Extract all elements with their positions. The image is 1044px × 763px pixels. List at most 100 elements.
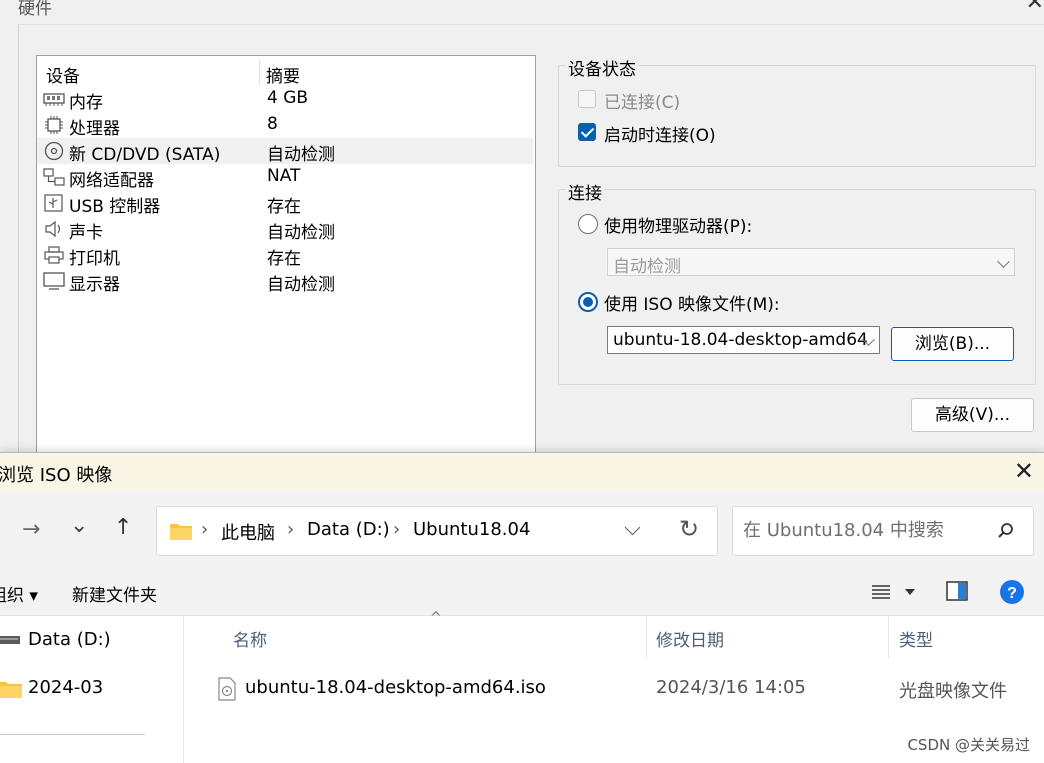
preview-pane-icon[interactable] [946,581,968,601]
device-row-sound-card[interactable]: 声卡 自动检测 [37,216,533,243]
navigation-pane: Data (D:) 2024-03 [0,616,184,763]
hardware-dialog-title: 硬件 [18,0,52,19]
device-name: 新 CD/DVD (SATA) [69,145,221,165]
close-icon[interactable]: ✕ [1014,457,1034,485]
breadcrumb-ubuntu-folder[interactable]: Ubuntu18.04 [413,519,530,540]
hardware-dialog: 硬件 ✕ 设备 摘要 内存 4 GB 处理器 8 新 CD/DVD (SATA)… [0,0,1044,452]
breadcrumb-this-pc[interactable]: 此电脑 [221,519,275,545]
device-row-network-adapter[interactable]: 网络适配器 NAT [37,164,533,191]
device-name: 处理器 [69,119,120,139]
iso-image-radio[interactable] [578,292,598,312]
advanced-button[interactable]: 高级(V)... [911,398,1034,432]
column-divider[interactable] [646,616,647,658]
column-divider[interactable] [888,616,889,658]
iso-path-value: ubuntu-18.04-desktop-amd64 [613,330,868,350]
address-history-chevron-icon[interactable] [624,519,641,536]
iso-image-label: 使用 ISO 映像文件(M): [604,295,780,315]
column-header-date-modified[interactable]: 修改日期 [656,626,724,651]
device-name: 声卡 [69,223,103,243]
cpu-icon [45,116,63,134]
speaker-icon [45,220,61,238]
device-summary: 自动检测 [267,223,335,243]
printer-icon [44,246,64,264]
drive-icon [0,636,20,644]
device-name: 网络适配器 [69,171,154,191]
device-row-processor[interactable]: 处理器 8 [37,112,533,139]
physical-drive-label: 使用物理驱动器(P): [604,217,753,237]
file-row[interactable]: ubuntu-18.04-desktop-amd64.iso 2024/3/16… [212,672,1032,706]
connection-legend: 连接 [566,179,604,204]
device-summary: 自动检测 [267,275,335,295]
command-bar: 组织 ▾ 新建文件夹 ? [0,567,1044,616]
device-name: USB 控制器 [69,197,161,217]
watermark: CSDN @关关易过 [907,736,1030,754]
breadcrumb-chevron-icon[interactable]: › [393,519,400,540]
new-folder-button[interactable]: 新建文件夹 [72,581,157,606]
column-header-device[interactable]: 设备 [46,62,80,87]
device-row-memory[interactable]: 内存 4 GB [37,86,533,113]
browse-iso-dialog: 浏览 ISO 映像 ✕ → ⌄ ↑ › 此电脑 › Data (D:) › Ub… [0,452,1044,763]
address-bar[interactable]: › 此电脑 › Data (D:) › Ubuntu18.04 ↻ [156,506,718,556]
column-divider[interactable] [259,60,260,86]
organize-menu-button[interactable]: 组织 ▾ [0,581,38,606]
hardware-dialog-titlebar: 硬件 ✕ [0,0,1044,22]
device-name: 打印机 [69,249,120,269]
column-header-name[interactable]: 名称 [233,626,267,651]
device-list-header: 设备 摘要 [37,60,535,87]
connected-checkbox[interactable] [578,90,596,108]
device-summary: 8 [267,114,278,134]
view-options-icon[interactable] [872,584,890,600]
browse-dialog-titlebar: 浏览 ISO 映像 ✕ [0,453,1044,491]
search-icon[interactable] [997,522,1015,540]
device-summary: 4 GB [267,88,309,108]
file-name: ubuntu-18.04-desktop-amd64.iso [245,677,546,698]
svg-text:?: ? [1007,585,1017,602]
refresh-icon[interactable]: ↻ [679,515,699,543]
physical-drive-select[interactable]: 自动检测 [607,248,1015,277]
nav-item-label: Data (D:) [28,629,111,650]
file-date-modified: 2024/3/16 14:05 [656,677,806,698]
browse-dialog-title: 浏览 ISO 映像 [0,465,113,486]
device-row-usb-controller[interactable]: USB 控制器 存在 [37,190,533,217]
file-type: 光盘映像文件 [899,681,1007,702]
browse-button[interactable]: 浏览(B)... [891,327,1014,361]
search-box[interactable] [732,506,1034,556]
device-summary: 存在 [267,249,301,269]
cd-dvd-icon [44,141,64,161]
help-icon[interactable]: ? [999,579,1025,605]
device-row-printer[interactable]: 打印机 存在 [37,242,533,269]
disc-image-file-icon [218,677,236,701]
device-summary: 存在 [267,197,301,217]
device-summary: NAT [267,166,301,186]
device-status-legend: 设备状态 [566,55,638,80]
search-input[interactable] [741,519,985,542]
physical-drive-value: 自动检测 [613,257,681,277]
device-name: 内存 [69,93,103,113]
device-row-cd-dvd[interactable]: 新 CD/DVD (SATA) 自动检测 [37,138,533,165]
view-dropdown-icon[interactable] [905,589,915,595]
device-row-display[interactable]: 显示器 自动检测 [37,268,533,295]
connected-label: 已连接(C) [604,93,681,113]
up-arrow-icon[interactable]: ↑ [114,515,132,540]
breadcrumb-chevron-icon[interactable]: › [201,519,208,540]
connect-at-power-on-label: 启动时连接(O) [604,126,716,146]
breadcrumb-data-drive[interactable]: Data (D:) [307,519,390,540]
hardware-dialog-close-icon[interactable]: ✕ [1026,0,1044,15]
recent-locations-chevron-icon[interactable]: ⌄ [70,513,88,538]
nav-item-label: 2024-03 [28,677,104,698]
iso-path-combobox[interactable]: ubuntu-18.04-desktop-amd64 [607,326,880,354]
folder-icon [0,682,22,698]
memory-icon [43,93,65,106]
breadcrumb-chevron-icon[interactable]: › [287,519,294,540]
monitor-icon [43,272,65,290]
forward-arrow-icon[interactable]: → [22,517,40,542]
chevron-down-icon [997,255,1010,268]
device-summary: 自动检测 [267,145,335,165]
column-header-summary[interactable]: 摘要 [266,62,300,87]
connect-at-power-on-checkbox[interactable] [578,123,596,141]
physical-drive-radio[interactable] [578,214,598,234]
device-list[interactable]: 设备 摘要 内存 4 GB 处理器 8 新 CD/DVD (SATA) 自动检测… [36,55,536,452]
column-header-type[interactable]: 类型 [899,626,933,651]
usb-icon [44,194,63,212]
nav-pane-divider [0,734,145,735]
